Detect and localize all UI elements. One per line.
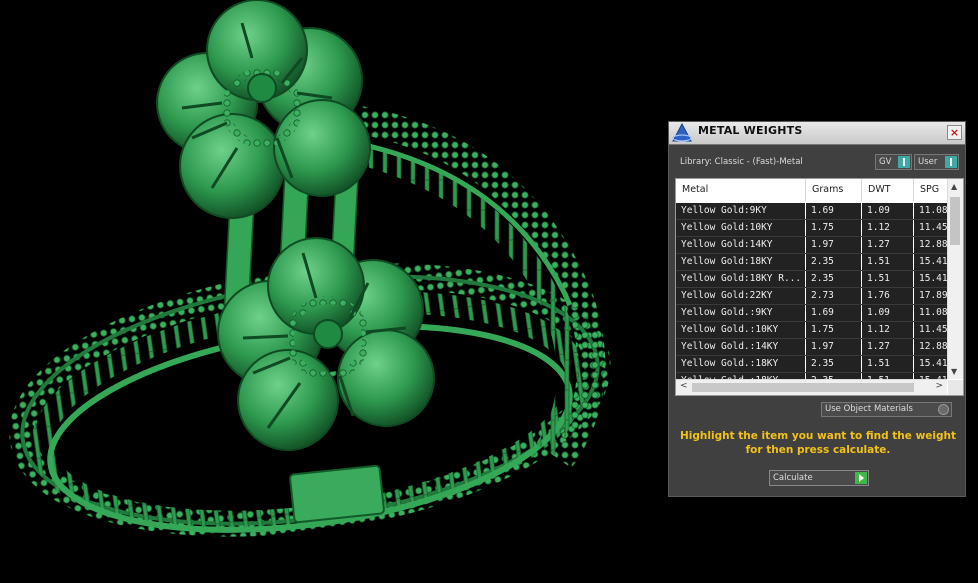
column-header-grams[interactable]: Grams xyxy=(806,179,862,201)
table-row[interactable]: Yellow Gold.:14KY 1.97 1.27 12.88 xyxy=(676,339,948,356)
table-body: Yellow Gold:9KY 1.69 1.09 11.08 Yellow G… xyxy=(676,203,948,390)
dwt-cell: 1.51 xyxy=(862,271,914,287)
metal-weights-panel: METAL WEIGHTS × Library: Classic - (Fast… xyxy=(668,121,966,497)
column-header-dwt[interactable]: DWT xyxy=(862,179,914,201)
horizontal-scroll-thumb[interactable] xyxy=(692,383,914,392)
metal-cell: Yellow Gold:9KY xyxy=(676,203,806,219)
dwt-cell: 1.76 xyxy=(862,288,914,304)
dwt-cell: 1.27 xyxy=(862,237,914,253)
table-row[interactable]: Yellow Gold.:10KY 1.75 1.12 11.45 xyxy=(676,322,948,339)
toggle-switch-icon xyxy=(898,156,910,168)
ring-model xyxy=(9,0,611,537)
dwt-cell: 1.09 xyxy=(862,305,914,321)
metal-cell: Yellow Gold.:14KY xyxy=(676,339,806,355)
app-logo-icon xyxy=(672,123,692,142)
scrollbar-corner xyxy=(948,380,963,395)
dwt-cell: 1.51 xyxy=(862,356,914,372)
metal-cell: Yellow Gold.:9KY xyxy=(676,305,806,321)
grams-cell: 2.73 xyxy=(806,288,862,304)
metal-cell: Yellow Gold:18KY xyxy=(676,254,806,270)
panel-title: METAL WEIGHTS xyxy=(698,124,803,137)
grams-cell: 1.69 xyxy=(806,203,862,219)
use-object-materials-toggle[interactable]: Use Object Materials xyxy=(821,402,952,417)
table-row[interactable]: Yellow Gold.:18KY 2.35 1.51 15.41 xyxy=(676,356,948,373)
grams-cell: 1.97 xyxy=(806,339,862,355)
toggle-switch-icon xyxy=(945,156,957,168)
metal-table: Metal Grams DWT SPG Yellow Gold:9KY 1.69… xyxy=(675,178,964,396)
scroll-down-icon[interactable]: ▼ xyxy=(951,367,957,376)
table-row[interactable]: Yellow Gold:18KY 2.35 1.51 15.41 xyxy=(676,254,948,271)
radio-knob-icon xyxy=(938,404,949,415)
grams-cell: 1.97 xyxy=(806,237,862,253)
table-row[interactable]: Yellow Gold:22KY 2.73 1.76 17.89 xyxy=(676,288,948,305)
gv-toggle[interactable]: GV xyxy=(875,154,912,170)
column-header-metal[interactable]: Metal xyxy=(676,179,806,201)
table-row[interactable]: Yellow Gold:18KY R... 2.35 1.51 15.41 xyxy=(676,271,948,288)
metal-cell: Yellow Gold.:10KY xyxy=(676,322,806,338)
dwt-cell: 1.09 xyxy=(862,203,914,219)
dwt-cell: 1.12 xyxy=(862,322,914,338)
grams-cell: 1.75 xyxy=(806,322,862,338)
metal-cell: Yellow Gold:18KY R... xyxy=(676,271,806,287)
calculate-label: Calculate xyxy=(773,473,813,483)
metal-cell: Yellow Gold:22KY xyxy=(676,288,806,304)
grams-cell: 2.35 xyxy=(806,356,862,372)
grams-cell: 2.35 xyxy=(806,271,862,287)
play-arrow-icon xyxy=(855,472,867,484)
instruction-line-2: for then press calculate. xyxy=(745,444,891,456)
dwt-cell: 1.51 xyxy=(862,254,914,270)
instruction-line-1: Highlight the item you want to find the … xyxy=(680,430,956,442)
panel-titlebar[interactable]: METAL WEIGHTS × xyxy=(669,122,965,145)
library-label: Library: Classic - (Fast)-Metal xyxy=(680,157,803,167)
table-header: Metal Grams DWT SPG xyxy=(676,179,947,201)
grams-cell: 2.35 xyxy=(806,254,862,270)
metal-cell: Yellow Gold:14KY xyxy=(676,237,806,253)
calculate-button[interactable]: Calculate xyxy=(769,470,869,486)
table-row[interactable]: Yellow Gold.:9KY 1.69 1.09 11.08 xyxy=(676,305,948,322)
3d-viewport[interactable] xyxy=(0,0,660,579)
scroll-right-icon[interactable]: > xyxy=(935,381,943,391)
metal-cell: Yellow Gold.:18KY xyxy=(676,356,806,372)
instruction-text: Highlight the item you want to find the … xyxy=(669,429,967,457)
table-row[interactable]: Yellow Gold:10KY 1.75 1.12 11.45 xyxy=(676,220,948,237)
dwt-cell: 1.12 xyxy=(862,220,914,236)
user-toggle[interactable]: User xyxy=(914,154,959,170)
scroll-left-icon[interactable]: < xyxy=(680,381,688,391)
table-row[interactable]: Yellow Gold:14KY 1.97 1.27 12.88 xyxy=(676,237,948,254)
scroll-up-icon[interactable]: ▲ xyxy=(951,182,957,191)
close-button[interactable]: × xyxy=(947,125,962,140)
vertical-scroll-thumb[interactable] xyxy=(950,197,960,245)
dwt-cell: 1.27 xyxy=(862,339,914,355)
gv-toggle-label: GV xyxy=(879,157,892,167)
grams-cell: 1.75 xyxy=(806,220,862,236)
vertical-scrollbar[interactable]: ▲ ▼ xyxy=(947,179,963,379)
table-row[interactable]: Yellow Gold:9KY 1.69 1.09 11.08 xyxy=(676,203,948,220)
horizontal-scrollbar[interactable]: < > xyxy=(676,379,947,395)
use-object-materials-label: Use Object Materials xyxy=(825,404,913,414)
metal-cell: Yellow Gold:10KY xyxy=(676,220,806,236)
grams-cell: 1.69 xyxy=(806,305,862,321)
user-toggle-label: User xyxy=(918,157,938,167)
